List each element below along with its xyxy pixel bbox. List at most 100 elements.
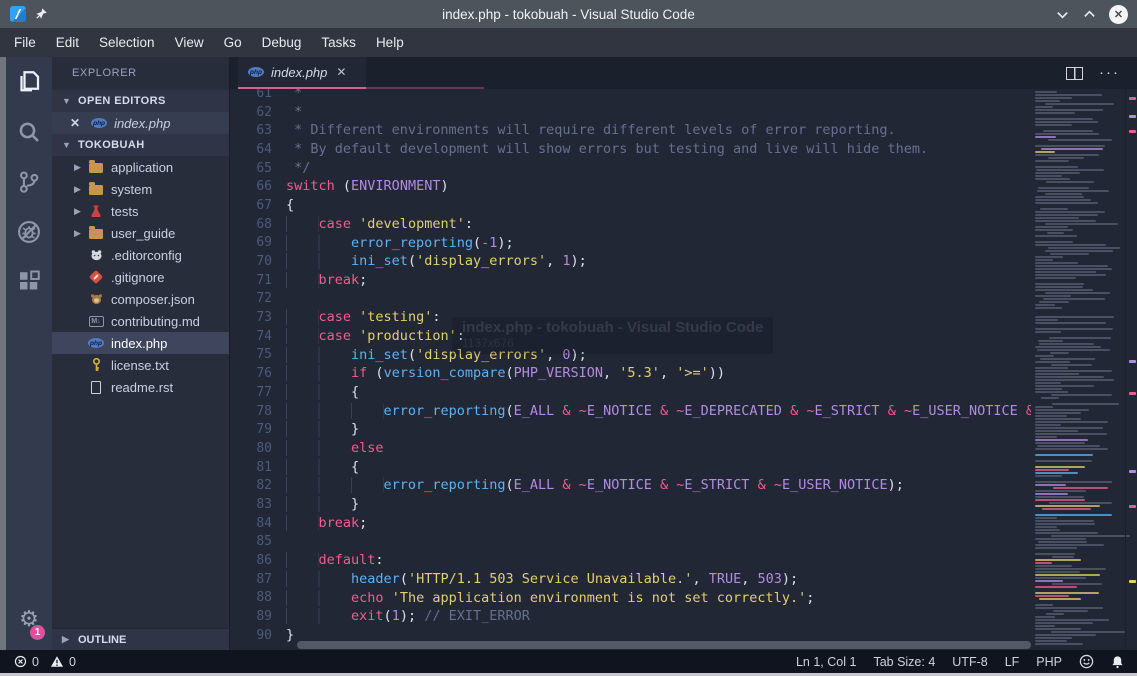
more-actions-icon[interactable]: ···	[1099, 68, 1120, 78]
code-editor[interactable]: 61 *62 *63 * Different environments will…	[230, 57, 1031, 650]
feedback-smiley-icon[interactable]	[1079, 654, 1094, 669]
minimap-line	[1040, 208, 1068, 210]
project-root-header[interactable]: ▼ TOKOBUAH	[52, 134, 229, 156]
code-line: 88 echo 'The application environment is …	[230, 589, 1031, 608]
minimap-line	[1035, 430, 1078, 432]
status-lf[interactable]: LF	[1005, 655, 1020, 669]
minimap-line	[1035, 469, 1069, 471]
activity-explorer-icon[interactable]	[6, 65, 52, 99]
open-editor-index.php[interactable]: ✕phpindex.php	[52, 112, 229, 134]
menu-help[interactable]: Help	[366, 28, 414, 57]
horizontal-scrollbar[interactable]	[297, 641, 1031, 649]
status-tab-size-4[interactable]: Tab Size: 4	[873, 655, 935, 669]
code-text: case 'production':	[286, 327, 465, 346]
menu-view[interactable]: View	[165, 28, 214, 57]
minimap-line	[1035, 268, 1112, 270]
tree-item-application[interactable]: ▶application	[52, 156, 229, 178]
warning-count[interactable]: 0	[69, 655, 76, 669]
tree-item-system[interactable]: ▶system	[52, 178, 229, 200]
code-text: {	[286, 196, 294, 215]
minimap-line	[1035, 220, 1096, 222]
status-utf-8[interactable]: UTF-8	[952, 655, 987, 669]
line-number: 76	[230, 366, 286, 381]
tree-item-user_guide[interactable]: ▶user_guide	[52, 222, 229, 244]
chevron-down-icon: ▼	[62, 140, 72, 150]
minimap-line	[1049, 337, 1111, 339]
tree-item-.editorconfig[interactable]: .editorconfig	[52, 244, 229, 266]
tree-item-index.php[interactable]: phpindex.php	[52, 332, 229, 354]
error-count[interactable]: 0	[32, 655, 39, 669]
status-php[interactable]: PHP	[1036, 655, 1062, 669]
settings-gear-icon[interactable]: ⚙	[6, 606, 52, 632]
minimap-line	[1047, 232, 1064, 234]
menu-file[interactable]: File	[4, 28, 46, 57]
minimap-line	[1053, 610, 1088, 612]
minimap[interactable]	[1031, 57, 1125, 650]
tree-item-tests[interactable]: ▶tests	[52, 200, 229, 222]
minimap-line	[1035, 256, 1063, 258]
minimap-line	[1035, 202, 1098, 204]
status-ln-1-col-1[interactable]: Ln 1, Col 1	[796, 655, 856, 669]
minimap-line	[1035, 619, 1109, 621]
close-editor-icon[interactable]: ✕	[70, 116, 80, 130]
minimap-line	[1035, 376, 1104, 378]
minimap-line	[1045, 193, 1082, 195]
line-number: 69	[230, 235, 286, 250]
line-number: 68	[230, 217, 286, 232]
code-text: error_reporting(E_ALL & ~E_NOTICE & ~E_S…	[286, 476, 904, 495]
tab-index-php[interactable]: php index.php ✕	[238, 57, 366, 89]
outline-section-header[interactable]: ▶ OUTLINE	[52, 628, 229, 650]
code-text: echo 'The application environment is not…	[286, 589, 814, 608]
bell-icon[interactable]	[1111, 655, 1124, 669]
minimap-line	[1035, 214, 1098, 216]
minimap-line	[1035, 346, 1101, 348]
ruler-decoration	[1129, 130, 1136, 133]
minimap-line	[1045, 250, 1113, 252]
warning-icon[interactable]	[50, 655, 64, 668]
activity-source-control-icon[interactable]	[6, 165, 52, 199]
menu-tasks[interactable]: Tasks	[311, 28, 366, 57]
minimap-line	[1041, 397, 1059, 399]
menu-selection[interactable]: Selection	[89, 28, 165, 57]
line-number: 79	[230, 422, 286, 437]
error-icon[interactable]	[14, 655, 27, 668]
menu-edit[interactable]: Edit	[46, 28, 89, 57]
minimap-line	[1035, 568, 1106, 570]
minimap-line	[1035, 523, 1095, 525]
minimap-line	[1035, 580, 1063, 582]
menu-go[interactable]: Go	[214, 28, 252, 57]
tree-item-label: application	[111, 160, 173, 175]
open-editors-header[interactable]: ▼ OPEN EDITORS	[52, 90, 229, 112]
minimap-line	[1035, 277, 1076, 279]
split-editor-icon[interactable]	[1066, 67, 1083, 80]
code-text: exit(1); // EXIT_ERROR	[286, 607, 530, 626]
tree-item-.gitignore[interactable]: .gitignore	[52, 266, 229, 288]
code-line: 68 case 'development':	[230, 215, 1031, 234]
code-text: break;	[286, 271, 367, 290]
tree-item-license.txt[interactable]: license.txt	[52, 354, 229, 376]
tree-item-readme.rst[interactable]: readme.rst	[52, 376, 229, 398]
activity-extensions-icon[interactable]	[6, 265, 52, 299]
activity-debug-disabled-icon[interactable]	[6, 215, 52, 249]
vscode-window: index.php - tokobuah - Visual Studio Cod…	[0, 0, 1137, 676]
minimap-line	[1035, 331, 1061, 333]
line-number: 90	[230, 628, 286, 643]
minimap-line	[1035, 544, 1104, 546]
code-line: 80 else	[230, 439, 1031, 458]
minimap-line	[1035, 529, 1060, 531]
tree-item-contributing.md[interactable]: M↓contributing.md	[52, 310, 229, 332]
close-button[interactable]: ✕	[1109, 5, 1128, 24]
minimap-line	[1035, 607, 1103, 609]
tab-close-icon[interactable]: ✕	[336, 65, 346, 79]
minimap-line	[1035, 229, 1073, 231]
activity-search-icon[interactable]	[6, 115, 52, 149]
maximize-button[interactable]	[1082, 7, 1097, 22]
minimap-line	[1035, 118, 1093, 120]
code-line: 65 */	[230, 159, 1031, 178]
menu-debug[interactable]: Debug	[252, 28, 312, 57]
minimap-line	[1035, 382, 1061, 384]
code-line: 82 error_reporting(E_ALL & ~E_NOTICE & ~…	[230, 476, 1031, 495]
tree-item-composer.json[interactable]: composer.json	[52, 288, 229, 310]
minimap-line	[1035, 145, 1105, 147]
minimize-button[interactable]	[1055, 7, 1070, 22]
